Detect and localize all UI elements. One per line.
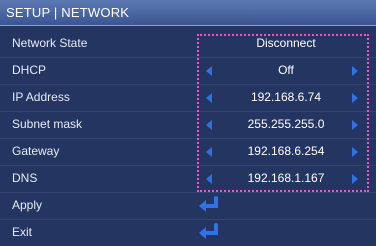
- network-state-label: Network State: [12, 36, 88, 50]
- title-bar: SETUP | NETWORK: [0, 0, 376, 26]
- window-title: SETUP | NETWORK: [6, 5, 130, 20]
- enter-icon[interactable]: [196, 195, 222, 217]
- selection-highlight: [197, 34, 369, 192]
- row-apply[interactable]: Apply: [0, 192, 376, 220]
- enter-icon[interactable]: [196, 222, 222, 244]
- setup-network-screen: SETUP | NETWORK Network State Disconnect…: [0, 0, 376, 243]
- subnet-mask-label: Subnet mask: [12, 117, 83, 131]
- apply-label: Apply: [12, 198, 43, 212]
- dhcp-label: DHCP: [12, 63, 47, 77]
- ip-address-label: IP Address: [12, 90, 70, 104]
- exit-label: Exit: [12, 225, 33, 239]
- gateway-label: Gateway: [12, 144, 60, 158]
- row-exit[interactable]: Exit: [0, 219, 376, 246]
- dns-label: DNS: [12, 171, 38, 185]
